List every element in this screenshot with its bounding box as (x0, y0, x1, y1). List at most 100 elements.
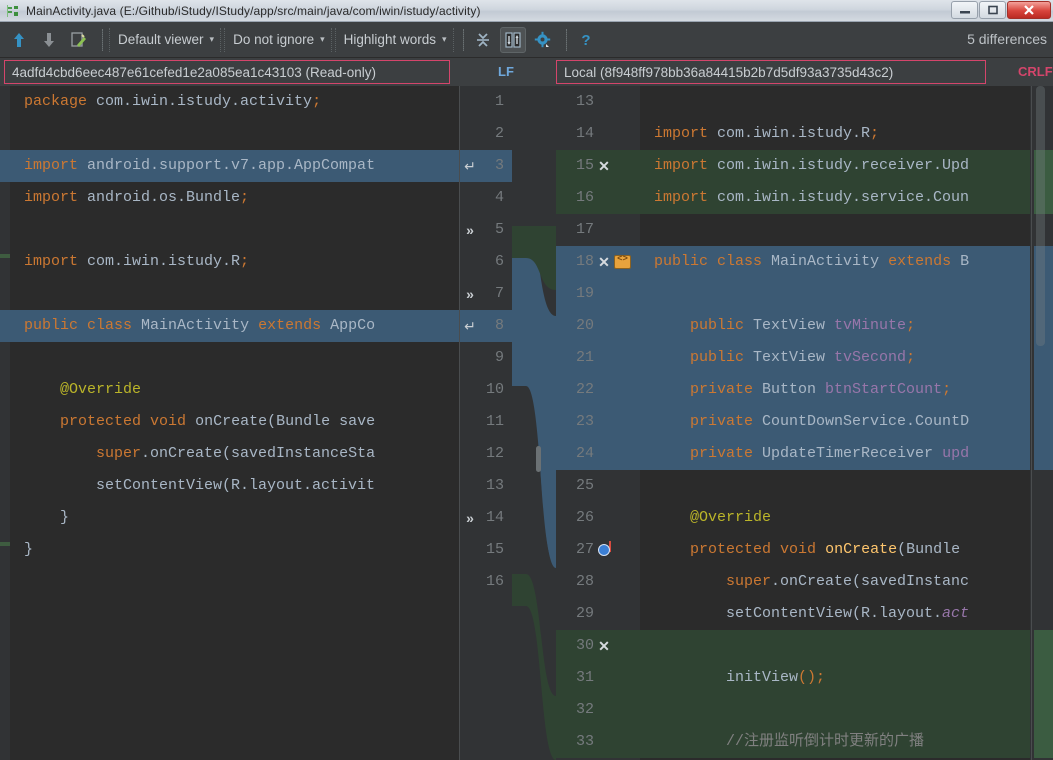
code-line[interactable]: import com.iwin.istudy.R; (10, 246, 460, 278)
minimize-button[interactable] (951, 1, 978, 19)
code-token: private (690, 381, 753, 398)
code-token: android.support.v7.app.AppCompat (78, 157, 375, 174)
left-marker-strip[interactable] (0, 86, 10, 760)
code-token: public (690, 317, 744, 334)
code-line[interactable] (10, 342, 460, 374)
gear-icon[interactable] (530, 27, 556, 53)
code-line[interactable]: public TextView tvSecond; (640, 342, 1030, 374)
revert-x-icon[interactable]: ✕ (596, 638, 612, 654)
code-line[interactable]: public class MainActivity extends AppCo (10, 310, 460, 342)
code-line[interactable]: protected void onCreate(Bundle save (10, 406, 460, 438)
return-arrow-icon[interactable]: ↵ (462, 158, 478, 174)
code-line[interactable]: import android.os.Bundle; (10, 182, 460, 214)
code-line[interactable] (640, 214, 1030, 246)
code-token: ; (312, 93, 321, 110)
code-line[interactable]: import com.iwin.istudy.receiver.Upd (640, 150, 1030, 182)
code-line[interactable]: } (10, 534, 460, 566)
code-token: com.iwin.istudy.service.Coun (708, 189, 969, 206)
code-line[interactable]: public TextView tvMinute; (640, 310, 1030, 342)
code-line[interactable]: setContentView(R.layout.act (640, 598, 1030, 630)
diff-marker[interactable] (1034, 438, 1053, 470)
code-line[interactable]: initView(); (640, 662, 1030, 694)
diff-marker[interactable] (0, 310, 10, 342)
help-question-icon[interactable]: ? (573, 27, 599, 53)
code-token: initView (654, 669, 798, 686)
code-line[interactable]: private UpdateTimerReceiver upd (640, 438, 1030, 470)
code-line[interactable] (10, 118, 460, 150)
diff-marker[interactable] (1034, 342, 1053, 374)
code-token: com.iwin.istudy.R (708, 125, 870, 142)
right-marker-strip[interactable] (1030, 86, 1053, 760)
code-line[interactable] (10, 566, 460, 598)
diff-marker[interactable] (1034, 694, 1053, 726)
diff-marker[interactable] (0, 542, 10, 546)
ignore-select[interactable]: Do not ignore ▾ (224, 28, 332, 52)
code-line[interactable]: super.onCreate(savedInstanceSta (10, 438, 460, 470)
line-number: 26 (556, 502, 640, 534)
diff-marker[interactable] (0, 150, 10, 182)
arrow-down-icon[interactable] (36, 27, 62, 53)
code-line[interactable]: import com.iwin.istudy.service.Coun (640, 182, 1030, 214)
synchronize-scroll-icon[interactable] (500, 27, 526, 53)
left-code-pane[interactable]: package com.iwin.istudy.activity; import … (10, 86, 460, 760)
diff-marker[interactable] (0, 254, 10, 258)
code-line[interactable]: import android.support.v7.app.AppCompat (10, 150, 460, 182)
code-line[interactable]: private Button btnStartCount; (640, 374, 1030, 406)
line-number: 2 (460, 118, 512, 150)
viewer-select[interactable]: Default viewer ▾ (109, 28, 221, 52)
code-line[interactable]: private CountDownService.CountD (640, 406, 1030, 438)
code-line[interactable]: //注册监听倒计时更新的广播 (640, 726, 1030, 758)
code-line[interactable] (640, 86, 1030, 118)
window-controls[interactable] (950, 1, 1051, 19)
code-line[interactable]: public class MainActivity extends B (640, 246, 1030, 278)
code-line[interactable] (10, 214, 460, 246)
chevrons-icon[interactable]: » (462, 222, 478, 238)
diff-marker[interactable] (1034, 406, 1053, 438)
revert-x-icon[interactable]: ✕ (596, 158, 612, 174)
line-number: 13 (556, 86, 640, 118)
code-line[interactable]: import com.iwin.istudy.R; (640, 118, 1030, 150)
chevrons-icon[interactable]: » (462, 286, 478, 302)
highlight-select[interactable]: Highlight words ▾ (335, 28, 454, 52)
vertical-scrollbar-thumb[interactable] (1036, 86, 1045, 346)
code-line[interactable]: @Override (10, 374, 460, 406)
code-token (654, 381, 690, 398)
band-scroll-handle[interactable] (536, 446, 541, 472)
left-pane-title[interactable]: 4adfd4cbd6eec487e61cefed1e2a085ea1c43103… (4, 60, 450, 84)
diff-connector-band (512, 86, 556, 760)
code-line[interactable]: protected void onCreate(Bundle (640, 534, 1030, 566)
code-line[interactable] (640, 694, 1030, 726)
arrow-up-icon[interactable] (6, 27, 32, 53)
diff-marker[interactable] (1034, 726, 1053, 758)
code-line[interactable] (10, 278, 460, 310)
code-line[interactable] (640, 278, 1030, 310)
return-arrow-icon[interactable]: ↵ (462, 318, 478, 334)
code-line[interactable]: super.onCreate(savedInstanc (640, 566, 1030, 598)
revert-x-icon[interactable]: ✕ (596, 254, 612, 270)
code-line[interactable] (640, 630, 1030, 662)
line-number: 9 (460, 342, 512, 374)
diff-marker[interactable] (1034, 662, 1053, 694)
code-token: package (24, 93, 87, 110)
code-token: (Bundle save (267, 413, 375, 430)
code-line[interactable] (640, 470, 1030, 502)
chevrons-icon[interactable]: » (462, 510, 478, 526)
collapse-unchanged-icon[interactable] (470, 27, 496, 53)
breakpoint-icon[interactable] (598, 544, 610, 556)
diff-editor: package com.iwin.istudy.activity; import … (0, 86, 1053, 760)
diff-marker[interactable] (1034, 630, 1053, 662)
code-token: Button (753, 381, 825, 398)
code-line[interactable]: package com.iwin.istudy.activity; (10, 86, 460, 118)
code-line[interactable]: } (10, 502, 460, 534)
edit-pencil-icon[interactable] (66, 27, 92, 53)
right-code-pane[interactable]: import com.iwin.istudy.R;import com.iwin… (640, 86, 1030, 760)
code-line[interactable]: setContentView(R.layout.activit (10, 470, 460, 502)
right-pane-title[interactable]: Local (8f948ff978bb36a84415b2b7d5df93a37… (556, 60, 986, 84)
diff-marker[interactable] (1034, 374, 1053, 406)
code-line[interactable]: @Override (640, 502, 1030, 534)
maximize-button[interactable] (979, 1, 1006, 19)
code-folder-icon[interactable] (614, 255, 631, 269)
code-token: import (654, 189, 708, 206)
close-button[interactable] (1007, 1, 1051, 19)
code-token: import (24, 189, 78, 206)
